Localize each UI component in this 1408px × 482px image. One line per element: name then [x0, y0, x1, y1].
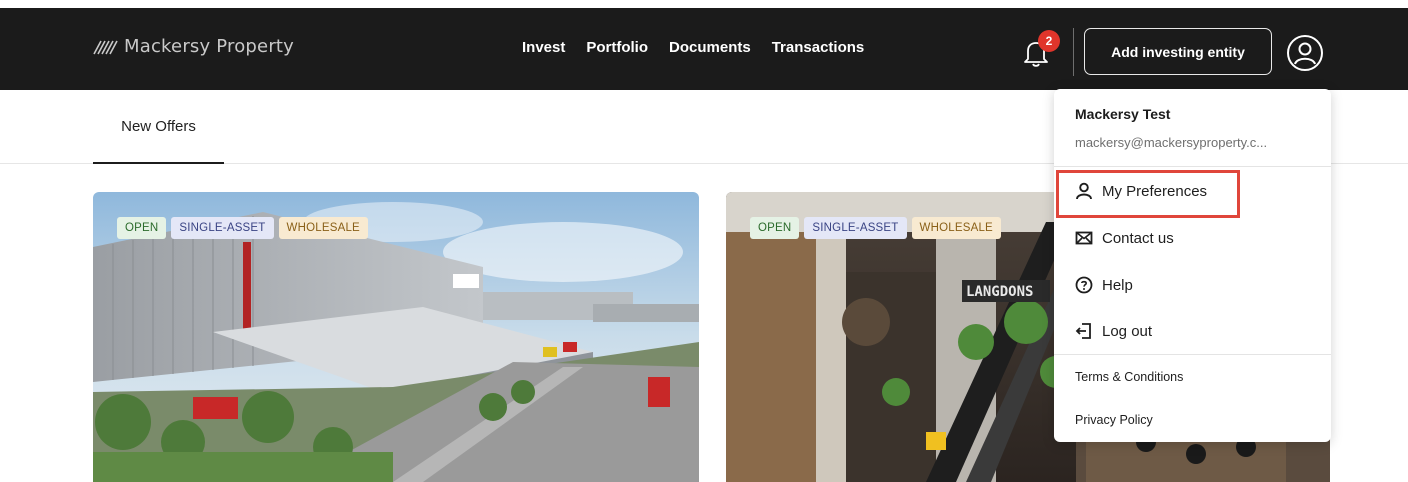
status-badge: OPEN — [750, 217, 800, 239]
brand-logo[interactable]: Mackersy Property — [92, 36, 294, 57]
header-divider — [1073, 28, 1074, 76]
mall-signage: LANGDONS — [966, 284, 1033, 300]
privacy-link[interactable]: Privacy Policy — [1075, 413, 1153, 427]
tab-new-offers[interactable]: New Offers — [93, 90, 224, 164]
terms-link[interactable]: Terms & Conditions — [1075, 370, 1183, 384]
menu-item-help[interactable]: Help — [1075, 271, 1133, 299]
top-bar: Mackersy Property Invest Portfolio Docum… — [0, 8, 1408, 90]
menu-item-contact-us[interactable]: Contact us — [1075, 224, 1174, 252]
menu-item-label: Help — [1102, 276, 1133, 294]
menu-user-info: Mackersy Test mackersy@mackersyproperty.… — [1054, 89, 1331, 167]
status-badge: OPEN — [117, 217, 167, 239]
logout-icon — [1075, 323, 1091, 339]
help-icon — [1075, 276, 1093, 294]
profile-menu: Mackersy Test mackersy@mackersyproperty.… — [1054, 89, 1331, 442]
menu-item-label: Log out — [1102, 322, 1153, 340]
investor-type-badge: WHOLESALE — [278, 217, 368, 239]
highlight-box — [1056, 170, 1240, 218]
notification-badge: 2 — [1038, 30, 1060, 52]
asset-type-badge: SINGLE-ASSET — [804, 217, 907, 239]
menu-divider — [1054, 354, 1331, 355]
menu-item-log-out[interactable]: Log out — [1075, 317, 1152, 345]
offer-card[interactable]: OPEN SINGLE-ASSET WHOLESALE — [93, 192, 699, 482]
main-nav: Invest Portfolio Documents Transactions — [522, 39, 885, 56]
notifications-button[interactable]: 2 — [1022, 30, 1060, 70]
asset-type-badge: SINGLE-ASSET — [171, 217, 274, 239]
offer-tags: OPEN SINGLE-ASSET WHOLESALE — [750, 217, 1001, 239]
user-email: mackersy@mackersyproperty.c... — [1075, 135, 1268, 150]
brand-mark-icon — [93, 40, 118, 54]
nav-portfolio[interactable]: Portfolio — [586, 39, 648, 56]
nav-invest[interactable]: Invest — [522, 39, 565, 56]
offer-tags: OPEN SINGLE-ASSET WHOLESALE — [117, 217, 368, 239]
nav-documents[interactable]: Documents — [669, 39, 751, 56]
mail-icon — [1075, 231, 1093, 245]
menu-item-label: Contact us — [1102, 229, 1174, 247]
brand-name: Mackersy Property — [124, 36, 295, 57]
investor-type-badge: WHOLESALE — [911, 217, 1001, 239]
add-investing-entity-button[interactable]: Add investing entity — [1084, 28, 1272, 75]
profile-button[interactable] — [1285, 33, 1325, 73]
user-name: Mackersy Test — [1075, 106, 1171, 122]
nav-transactions[interactable]: Transactions — [772, 39, 865, 56]
user-circle-icon — [1287, 35, 1323, 71]
